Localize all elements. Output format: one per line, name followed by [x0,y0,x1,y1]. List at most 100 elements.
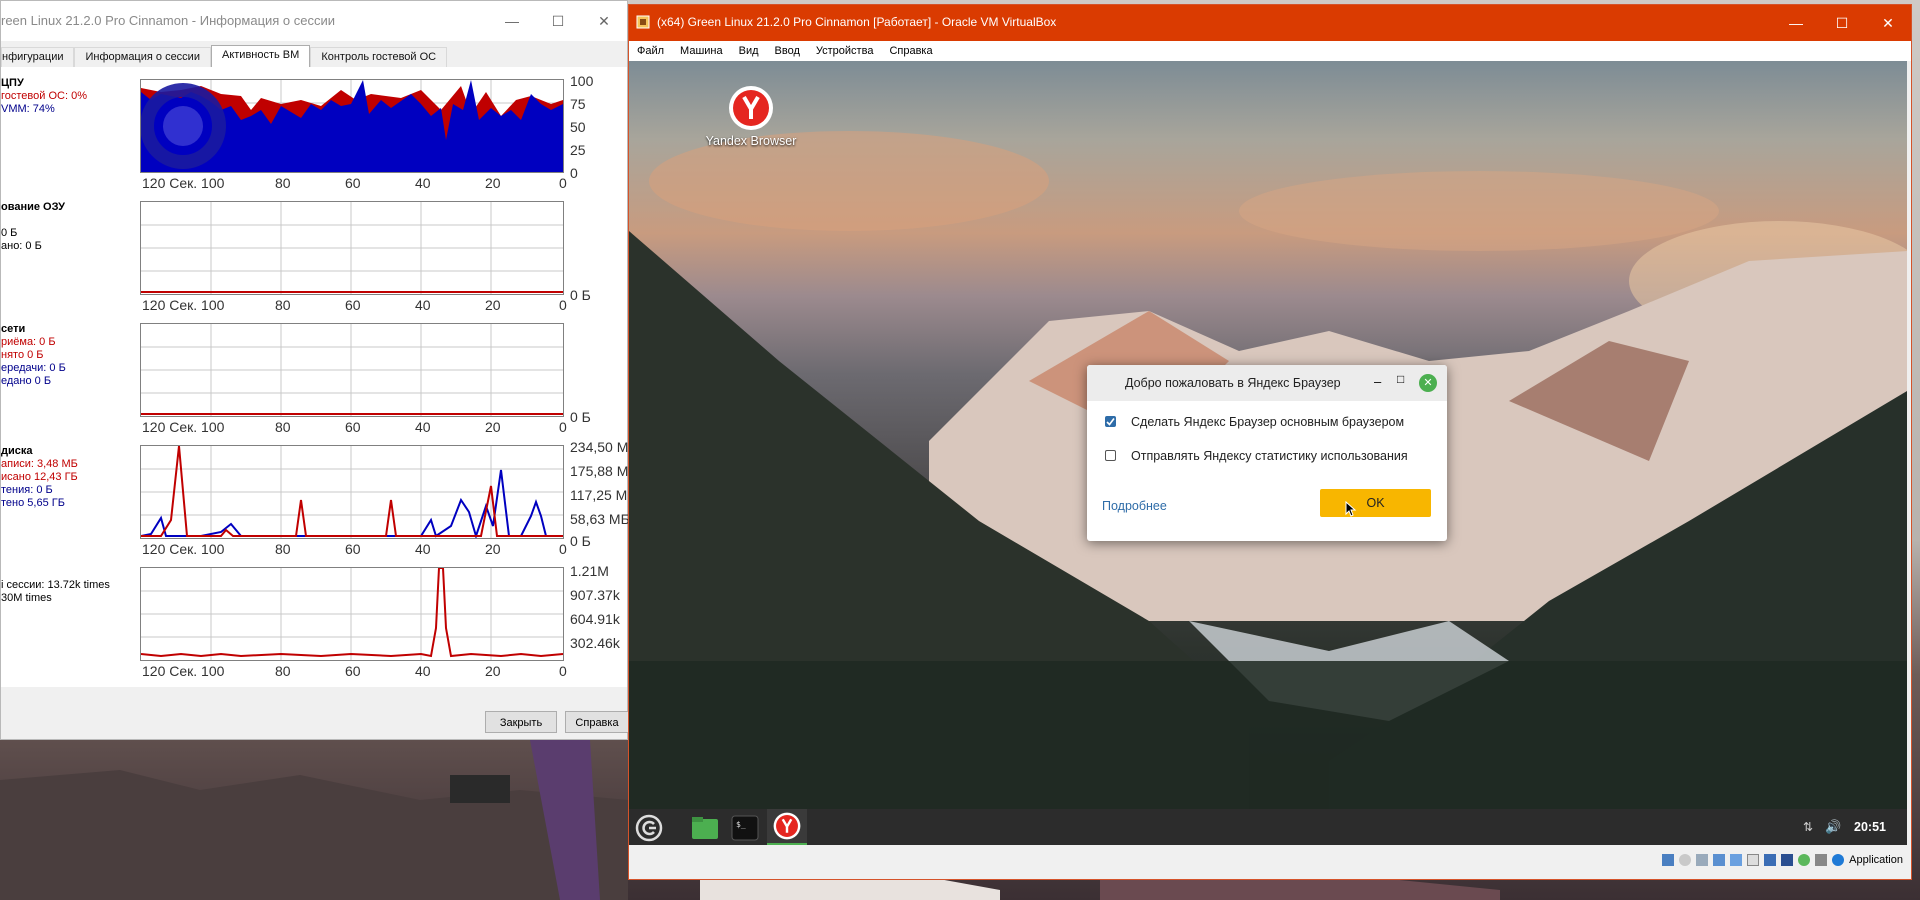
tab-bar: нфигурации Информация о сессии Активност… [1,45,448,67]
yandex-browser-icon [729,86,773,130]
exits-y-4: 302.46k [570,635,620,651]
close-icon[interactable]: ✕ [1419,374,1437,392]
menu-input[interactable]: Ввод [767,45,808,57]
x-tick: 40 [415,297,431,313]
minimize-icon[interactable]: — [489,1,535,41]
virtualbox-window: (x64) Green Linux 21.2.0 Pro Cinnamon [Р… [628,4,1912,880]
guest-screen[interactable]: Yandex Browser Добро пожаловать в Яндекс… [629,61,1907,845]
network-adapter-icon[interactable] [1713,854,1726,866]
x-tick: 60 [345,541,361,557]
yandex-welcome-dialog: Добро пожаловать в Яндекс Браузер – □ ✕ … [1087,365,1447,541]
network-icon[interactable]: ⇅ [1803,820,1813,834]
exits-series [140,567,564,658]
session-titlebar: reen Linux 21.2.0 Pro Cinnamon - Информа… [1,1,627,41]
files-icon[interactable] [689,813,721,843]
optical-drive-icon[interactable] [1679,854,1692,866]
cpu-title: ЦПУ [1,77,24,89]
exits-y-3: 604.91k [570,611,620,627]
disk-y-2: 175,88 M [570,463,629,479]
cpu-activity-icon[interactable] [1798,854,1811,866]
x-tick: 60 [345,175,361,191]
x-tick: 60 [345,297,361,313]
audio-icon[interactable] [1696,854,1709,866]
taskbar-yandex-active[interactable] [767,809,807,845]
disk-y-5: 0 Б [570,533,591,549]
menu-icon[interactable] [633,813,665,843]
minimize-icon[interactable]: – [1374,374,1381,389]
desktop-icon-yandex[interactable]: Yandex Browser [701,85,801,148]
maximize-icon[interactable]: □ [1397,372,1404,386]
clock[interactable]: 20:51 [1854,820,1886,834]
close-icon[interactable]: ✕ [581,1,627,41]
maximize-icon[interactable]: ☐ [1819,5,1865,41]
cpu-y-25: 25 [570,142,586,158]
cpu-graph [140,79,564,173]
menu-machine[interactable]: Машина [672,45,731,57]
hdd-icon[interactable] [1662,854,1675,866]
tab-session-info[interactable]: Информация о сессии [74,47,211,67]
tab-vm-activity[interactable]: Активность ВМ [210,45,311,67]
ok-button[interactable]: OK [1320,489,1431,517]
exits-graph [140,567,564,661]
x-tick: 120 Сек. 100 [142,419,225,435]
menu-devices[interactable]: Устройства [808,45,882,57]
exits-x-axis: 120 Сек. 100 80 60 40 20 0 [142,663,567,681]
disk-l2: исано 12,43 ГБ [1,471,78,483]
disk-graph [140,445,564,540]
x-tick: 20 [485,663,501,679]
help-button[interactable]: Справка [565,711,629,733]
stats-checkbox[interactable] [1105,450,1116,461]
tab-configuration[interactable]: нфигурации [1,47,75,67]
x-tick: 120 Сек. 100 [142,541,225,557]
desktop-icon-label: Yandex Browser [705,134,797,148]
cpu-vmm-label: VMM: 74% [1,103,55,115]
maximize-icon[interactable]: ☐ [535,1,581,41]
exits-y-1: 1.21M [570,563,609,579]
yandex-browser-icon [773,812,801,840]
ram-y-0: 0 Б [570,287,591,303]
menu-help[interactable]: Справка [881,45,940,57]
ram-line1: 0 Б [1,227,18,239]
menu-view[interactable]: Вид [731,45,767,57]
x-tick: 80 [275,663,291,679]
x-tick: 40 [415,663,431,679]
close-button[interactable]: Закрыть [485,711,557,733]
shared-folders-icon[interactable] [1747,854,1760,866]
terminal-icon[interactable]: $_ [729,813,761,843]
default-browser-checkbox[interactable] [1105,416,1116,427]
window-title: reen Linux 21.2.0 Pro Cinnamon - Информа… [1,13,336,28]
disk-series-write [141,445,563,537]
disk-title: диска [1,445,33,457]
net-l2: нято 0 Б [1,349,44,361]
ram-title: ование ОЗУ [1,201,65,213]
vbox-title: (x64) Green Linux 21.2.0 Pro Cinnamon [Р… [657,15,1057,29]
x-tick: 40 [415,419,431,435]
x-tick: 20 [485,419,501,435]
minimize-icon[interactable]: — [1773,5,1819,41]
tab-guest-control[interactable]: Контроль гостевой ОС [310,47,448,67]
x-tick: 80 [275,419,291,435]
display-icon[interactable] [1764,854,1777,866]
stats-label: Отправлять Яндексу статистику использова… [1131,449,1408,463]
x-tick: 60 [345,663,361,679]
x-tick: 40 [415,175,431,191]
disk-l4: тено 5,65 ГБ [1,497,65,509]
ram-graph [140,201,564,295]
x-tick: 40 [415,541,431,557]
vbox-titlebar: (x64) Green Linux 21.2.0 Pro Cinnamon [Р… [629,5,1911,41]
volume-icon[interactable]: 🔊 [1825,819,1841,835]
x-tick: 20 [485,297,501,313]
x-tick: 0 [559,663,567,679]
host-key-icon[interactable] [1832,854,1845,866]
mouse-integration-icon[interactable] [1815,854,1828,866]
close-icon[interactable]: ✕ [1865,5,1911,41]
more-link[interactable]: Подробнее [1102,499,1167,513]
dialog-title: Добро пожаловать в Яндекс Браузер [1125,376,1341,390]
disk-y-3: 117,25 M [570,487,628,503]
x-tick: 0 [559,541,567,557]
usb-icon[interactable] [1730,854,1743,866]
menu-file[interactable]: Файл [629,45,672,57]
recording-icon[interactable] [1781,854,1794,866]
exits-y-2: 907.37k [570,587,620,603]
x-tick: 120 Сек. 100 [142,297,225,313]
